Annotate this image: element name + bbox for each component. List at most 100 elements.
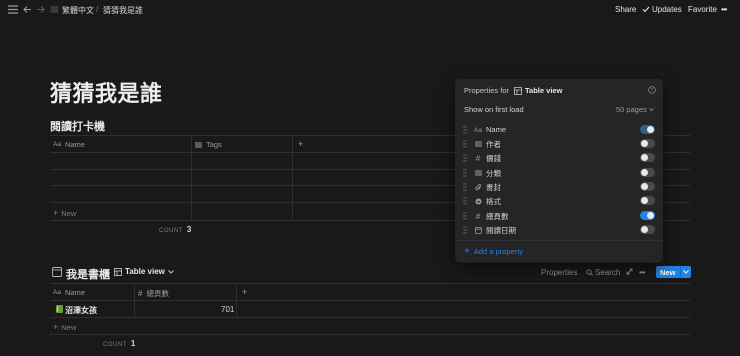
property-row-price[interactable]: # 價錢 xyxy=(456,151,662,165)
list-icon xyxy=(473,168,483,178)
table-row[interactable] xyxy=(50,170,456,185)
drag-handle-icon[interactable] xyxy=(463,197,467,205)
property-row-author[interactable]: 作者 xyxy=(456,137,662,151)
text-icon: Aa xyxy=(53,141,61,148)
count-label: COUNT xyxy=(103,342,127,348)
more-options-icon[interactable]: ••• xyxy=(721,5,727,14)
column-header-name[interactable]: Aa Name xyxy=(53,140,85,149)
svg-text:?: ? xyxy=(651,88,654,94)
plus-icon: + xyxy=(53,208,59,218)
new-row-button[interactable]: + New xyxy=(53,208,76,218)
row-name[interactable]: 沼澤女孩 xyxy=(65,305,97,316)
property-label: 格式 xyxy=(486,197,501,206)
property-row-category[interactable]: 分類 xyxy=(456,166,662,180)
visibility-toggle[interactable] xyxy=(640,211,655,220)
property-label: 價錢 xyxy=(486,154,501,163)
property-row-format[interactable]: 格式 xyxy=(456,194,662,208)
visibility-toggle[interactable] xyxy=(640,153,655,162)
drag-handle-icon[interactable] xyxy=(463,212,467,220)
back-arrow-icon[interactable] xyxy=(23,5,32,14)
attachment-icon xyxy=(473,182,483,192)
divider xyxy=(50,317,690,318)
add-property-button[interactable]: + Add a property xyxy=(464,245,524,257)
chevron-down-icon[interactable] xyxy=(683,270,689,274)
drag-handle-icon[interactable] xyxy=(463,169,467,177)
property-label: Name xyxy=(486,125,507,134)
count-summary[interactable]: COUNT 1 xyxy=(103,339,136,348)
drag-handle-icon[interactable] xyxy=(463,154,467,162)
date-icon xyxy=(473,225,483,235)
breadcrumb-separator: / xyxy=(96,5,99,14)
visibility-toggle[interactable] xyxy=(640,182,655,191)
column-label: Name xyxy=(64,140,85,149)
new-row-label: New xyxy=(61,208,77,218)
new-button[interactable]: New xyxy=(656,266,691,278)
more-options-icon[interactable]: ••• xyxy=(639,268,645,277)
drag-handle-icon[interactable] xyxy=(463,140,467,148)
top-bar: 繁體中文 / 猜猜我是誰 Share Updates Favorite ••• xyxy=(0,0,740,20)
visibility-toggle[interactable] xyxy=(640,125,655,134)
row-pages[interactable]: 701 xyxy=(221,305,234,314)
drag-handle-icon[interactable] xyxy=(463,126,467,134)
number-icon: # xyxy=(138,289,143,298)
expand-icon[interactable] xyxy=(626,268,633,275)
plus-icon: + xyxy=(464,245,470,257)
view-tab-table[interactable]: Table view xyxy=(114,267,174,276)
divider xyxy=(50,334,690,335)
visibility-toggle[interactable] xyxy=(640,196,655,205)
database-title: 閱讀打卡機 xyxy=(50,121,105,133)
add-property-label: Add a property xyxy=(473,247,524,256)
count-summary[interactable]: COUNT 3 xyxy=(159,225,192,234)
table-row[interactable]: 沼澤女孩 701 xyxy=(50,301,690,317)
first-load-select[interactable]: 50 pages xyxy=(616,105,654,114)
breadcrumb-parent[interactable]: 繁體中文 xyxy=(62,5,94,16)
share-button[interactable]: Share xyxy=(615,5,636,14)
new-button-label: New xyxy=(660,267,676,277)
table-row[interactable] xyxy=(50,186,456,201)
property-row-cover[interactable]: 書封 xyxy=(456,180,662,194)
column-header-tags[interactable]: Tags xyxy=(195,140,222,149)
view-name: Table view xyxy=(125,267,165,276)
panel-heading-prefix: Properties for xyxy=(464,86,510,95)
search-label: Search xyxy=(595,268,621,277)
add-column-button[interactable]: + xyxy=(242,287,247,297)
column-header-pages[interactable]: # 總頁數 xyxy=(138,288,169,299)
search-button[interactable]: Search xyxy=(586,268,620,277)
drag-handle-icon[interactable] xyxy=(463,226,467,234)
visibility-toggle[interactable] xyxy=(640,168,655,177)
properties-panel: Properties for Table view ? Show on firs… xyxy=(456,80,662,262)
property-label: 書封 xyxy=(486,183,501,192)
column-label: 總頁數 xyxy=(146,289,169,298)
text-icon: Aa xyxy=(53,289,61,296)
new-row-button[interactable]: + New xyxy=(53,322,76,332)
table-icon xyxy=(514,86,522,95)
table-row[interactable] xyxy=(50,153,456,169)
forward-arrow-icon[interactable] xyxy=(36,5,45,14)
check-icon xyxy=(642,6,650,13)
count-value: 1 xyxy=(130,339,136,348)
panel-heading: Properties for Table view xyxy=(464,86,562,95)
column-header-name[interactable]: Aa Name xyxy=(53,288,85,297)
page-title: 猜猜我是誰 xyxy=(50,81,163,106)
help-icon[interactable]: ? xyxy=(648,86,656,94)
updates-button[interactable]: Updates xyxy=(642,5,682,14)
properties-button[interactable]: Properties xyxy=(541,268,577,277)
favorite-button[interactable]: Favorite xyxy=(688,5,717,14)
updates-label: Updates xyxy=(652,5,682,14)
add-column-button[interactable]: + xyxy=(298,139,303,149)
breadcrumb-current[interactable]: 猜猜我是誰 xyxy=(103,5,143,16)
plus-icon: + xyxy=(53,322,59,332)
property-row-pages[interactable]: # 總頁數 xyxy=(456,209,662,223)
property-row-name[interactable]: Aa Name xyxy=(456,123,662,137)
visibility-toggle[interactable] xyxy=(640,139,655,148)
column-label: Tags xyxy=(206,140,222,149)
select-icon xyxy=(473,196,483,206)
menu-icon[interactable] xyxy=(8,5,18,14)
count-value: 3 xyxy=(186,225,192,234)
visibility-toggle[interactable] xyxy=(640,225,655,234)
chevron-down-icon xyxy=(168,269,174,274)
property-row-read-date[interactable]: 閱讀日期 xyxy=(456,223,662,237)
divider xyxy=(680,266,681,278)
drag-handle-icon[interactable] xyxy=(463,183,467,191)
column-label: Name xyxy=(64,288,85,297)
